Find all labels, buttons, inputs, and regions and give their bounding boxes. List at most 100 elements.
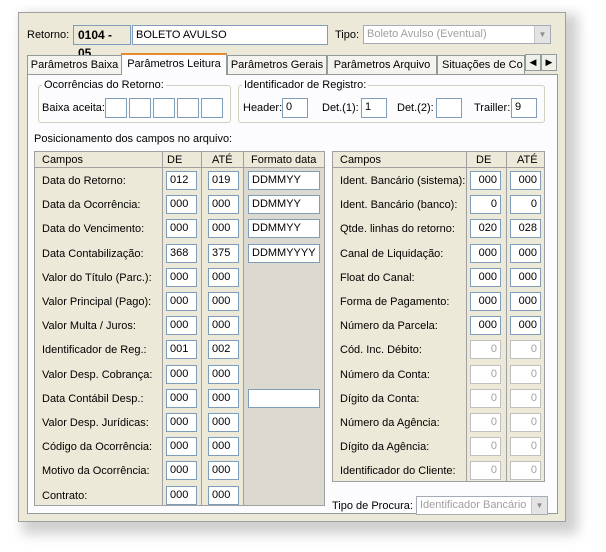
- left-row-de-input[interactable]: 000: [166, 461, 197, 481]
- tab-label: Parâmetros Gerais: [230, 59, 324, 71]
- left-row-ate-input[interactable]: 000: [208, 461, 239, 481]
- right-row-ate-input[interactable]: 000: [510, 292, 541, 311]
- left-row-label: Código da Ocorrência:: [42, 441, 153, 454]
- tipo-select-value: Boleto Avulso (Eventual): [367, 28, 487, 40]
- tab-scroll-right-icon[interactable]: ▶: [541, 54, 557, 71]
- left-row-de-input[interactable]: 000: [166, 316, 197, 336]
- left-row-label: Data Contábil Desp.:: [42, 392, 144, 405]
- right-row-de-input[interactable]: 020: [470, 219, 501, 239]
- right-row-ate-input[interactable]: 0: [510, 437, 541, 457]
- right-row-de-input[interactable]: 000: [470, 171, 501, 190]
- left-row-ate-input[interactable]: 000: [208, 388, 239, 408]
- left-fields-table: Campos DE ATÉ Formato data Data do Retor…: [34, 151, 325, 506]
- left-row-formato-input[interactable]: [248, 388, 320, 408]
- right-row-label: Número da Conta:: [340, 368, 430, 381]
- tab-parametros-gerais[interactable]: Parâmetros Gerais: [227, 55, 327, 74]
- right-row-de-input[interactable]: 000: [470, 316, 501, 336]
- tab-bar: Parâmetros Baixa Parâmetros Leitura Parâ…: [27, 53, 557, 75]
- left-row-formato-input[interactable]: DDMMYYYY: [248, 243, 320, 263]
- left-row-de-input[interactable]: 368: [166, 243, 197, 263]
- chevron-down-icon[interactable]: ▼: [534, 26, 550, 43]
- left-row-ate-input[interactable]: 002: [208, 340, 239, 360]
- left-row-ate-input[interactable]: 000: [208, 195, 239, 215]
- left-row-ate-input[interactable]: 375: [208, 243, 239, 263]
- baixa-aceita-input-1[interactable]: [105, 98, 127, 118]
- left-row-label: Data da Ocorrência:: [42, 199, 141, 212]
- right-row-de-input[interactable]: 0: [470, 437, 501, 457]
- left-row-de-input[interactable]: 000: [166, 413, 197, 432]
- tab-situacoes[interactable]: Situações de Co: [437, 55, 525, 74]
- right-row-de-input[interactable]: 000: [470, 267, 501, 287]
- left-row-ate-input[interactable]: 000: [208, 485, 239, 505]
- left-row-ate-input[interactable]: 000: [208, 364, 239, 384]
- left-row-de-input[interactable]: 000: [166, 388, 197, 408]
- identificador-title: Identificador de Registro:: [242, 79, 369, 91]
- right-row-ate-input[interactable]: 0: [510, 388, 541, 408]
- right-row-ate-input[interactable]: 0: [510, 413, 541, 432]
- right-row-ate-input[interactable]: 000: [510, 267, 541, 287]
- posicionamento-label: Posicionamento dos campos no arquivo:: [34, 133, 233, 145]
- left-row-formato-input[interactable]: DDMMYY: [248, 195, 320, 215]
- right-row-ate-input[interactable]: 000: [510, 243, 541, 263]
- left-row-ate-input[interactable]: 000: [208, 316, 239, 336]
- left-row-de-input[interactable]: 000: [166, 364, 197, 384]
- baixa-aceita-input-3[interactable]: [153, 98, 175, 118]
- det2-input[interactable]: [436, 98, 462, 118]
- left-row-label: Valor Desp. Cobrança:: [42, 368, 153, 381]
- left-row-de-input[interactable]: 001: [166, 340, 197, 360]
- retorno-code-field[interactable]: 0104 - 05: [73, 25, 131, 60]
- trailler-input[interactable]: 9: [511, 98, 537, 118]
- right-row-ate-input[interactable]: 0: [510, 364, 541, 384]
- right-row-ate-input[interactable]: 0: [510, 461, 541, 481]
- left-row-formato-input[interactable]: DDMMYY: [248, 171, 320, 190]
- baixa-aceita-input-4[interactable]: [177, 98, 199, 118]
- tipo-procura-select[interactable]: Identificador Bancário ▼: [416, 496, 548, 515]
- right-row-ate-input[interactable]: 000: [510, 316, 541, 336]
- right-row-de-input[interactable]: 000: [470, 292, 501, 311]
- left-row-label: Contrato:: [42, 489, 88, 502]
- left-row-ate-input[interactable]: 000: [208, 437, 239, 457]
- left-row-label: Valor Desp. Jurídicas:: [42, 417, 149, 429]
- left-row-de-input[interactable]: 000: [166, 267, 197, 287]
- tipo-procura-label: Tipo de Procura:: [332, 500, 413, 512]
- left-row-label: Valor do Título (Parc.):: [42, 271, 152, 284]
- det1-input[interactable]: 1: [361, 98, 387, 118]
- right-row-de-input[interactable]: 0: [470, 388, 501, 408]
- left-row-de-input[interactable]: 000: [166, 195, 197, 215]
- left-row-de-input[interactable]: 000: [166, 437, 197, 457]
- right-row-de-input[interactable]: 0: [470, 195, 501, 215]
- left-row-formato-input[interactable]: DDMMYY: [248, 219, 320, 239]
- left-row-de-input[interactable]: 000: [166, 219, 197, 239]
- left-row-ate-input[interactable]: 000: [208, 413, 239, 432]
- right-row-de-input[interactable]: 0: [470, 461, 501, 481]
- right-row-de-input[interactable]: 000: [470, 243, 501, 263]
- right-row-de-input[interactable]: 0: [470, 364, 501, 384]
- left-row-ate-input[interactable]: 000: [208, 219, 239, 239]
- tab-parametros-baixa[interactable]: Parâmetros Baixa: [27, 55, 122, 74]
- left-row-ate-input[interactable]: 000: [208, 292, 239, 311]
- chevron-down-icon[interactable]: ▼: [531, 497, 547, 514]
- right-row-de-input[interactable]: 0: [470, 413, 501, 432]
- baixa-aceita-input-2[interactable]: [129, 98, 151, 118]
- right-row-de-input[interactable]: 0: [470, 340, 501, 360]
- right-row-ate-input[interactable]: 000: [510, 171, 541, 190]
- tab-scroll-left-icon[interactable]: ◀: [525, 54, 541, 71]
- left-row-de-input[interactable]: 000: [166, 485, 197, 505]
- tipo-select[interactable]: Boleto Avulso (Eventual) ▼: [363, 25, 551, 44]
- right-row-ate-input[interactable]: 0: [510, 340, 541, 360]
- right-row-label: Cód. Inc. Débito:: [340, 344, 422, 357]
- right-row-label: Número da Agência:: [340, 417, 440, 429]
- baixa-aceita-input-5[interactable]: [201, 98, 223, 118]
- right-row-ate-input[interactable]: 0: [510, 195, 541, 215]
- right-row-ate-input[interactable]: 028: [510, 219, 541, 239]
- right-row-label: Ident. Bancário (sistema):: [340, 175, 466, 187]
- tab-parametros-arquivo[interactable]: Parâmetros Arquivo: [327, 55, 437, 74]
- tab-parametros-leitura[interactable]: Parâmetros Leitura: [121, 53, 227, 75]
- header-input[interactable]: 0: [282, 98, 308, 118]
- left-row-ate-input[interactable]: 000: [208, 267, 239, 287]
- right-row-label: Forma de Pagamento:: [340, 296, 450, 308]
- left-row-de-input[interactable]: 012: [166, 171, 197, 190]
- left-row-ate-input[interactable]: 019: [208, 171, 239, 190]
- retorno-name-field[interactable]: BOLETO AVULSO: [132, 25, 328, 45]
- left-row-de-input[interactable]: 000: [166, 292, 197, 311]
